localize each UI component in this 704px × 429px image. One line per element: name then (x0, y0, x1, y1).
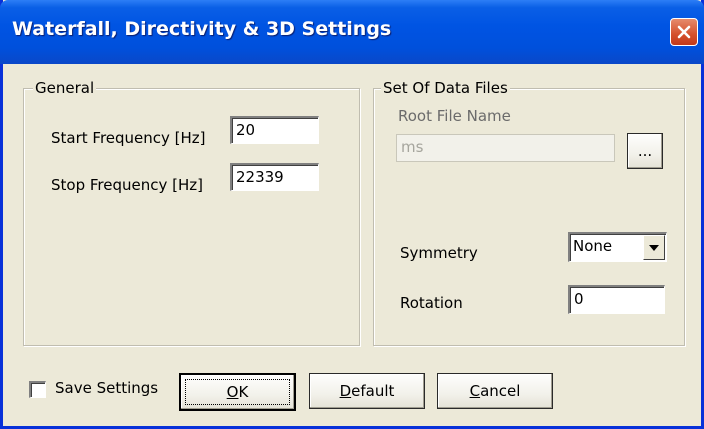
rotation-label: Rotation (400, 294, 463, 312)
rotation-input[interactable]: 0 (568, 285, 665, 314)
ok-button[interactable]: OK (179, 373, 296, 411)
stop-frequency-label: Stop Frequency [Hz] (51, 176, 203, 194)
default-button-label: Default (339, 382, 395, 400)
default-button[interactable]: Default (309, 373, 425, 409)
stop-frequency-input[interactable]: 22339 (230, 163, 319, 191)
cancel-button-label: Cancel (469, 382, 521, 400)
data-files-group-label: Set Of Data Files (381, 79, 510, 97)
general-group-label: General (33, 79, 97, 97)
start-frequency-label: Start Frequency [Hz] (51, 129, 206, 147)
cancel-button[interactable]: Cancel (437, 373, 553, 409)
browse-button[interactable]: ... (627, 133, 663, 169)
symmetry-select-value: None (573, 237, 613, 255)
close-button[interactable] (670, 18, 698, 46)
start-frequency-input[interactable]: 20 (230, 116, 319, 144)
symmetry-select[interactable]: None (568, 232, 667, 262)
close-icon (677, 25, 691, 39)
symmetry-dropdown-button[interactable] (643, 235, 665, 260)
root-file-name-label: Root File Name (398, 107, 511, 125)
window-title: Waterfall, Directivity & 3D Settings (12, 18, 392, 40)
save-settings-label[interactable]: Save Settings (55, 379, 158, 397)
settings-dialog: Waterfall, Directivity & 3D Settings Gen… (0, 0, 704, 429)
title-bar[interactable]: Waterfall, Directivity & 3D Settings (0, 0, 704, 64)
chevron-down-icon (649, 244, 659, 251)
symmetry-label: Symmetry (400, 244, 478, 262)
root-file-name-input[interactable]: ms (396, 134, 615, 162)
save-settings-checkbox[interactable] (29, 381, 46, 398)
browse-button-label: ... (637, 142, 653, 160)
ok-focus-rect (185, 379, 290, 405)
